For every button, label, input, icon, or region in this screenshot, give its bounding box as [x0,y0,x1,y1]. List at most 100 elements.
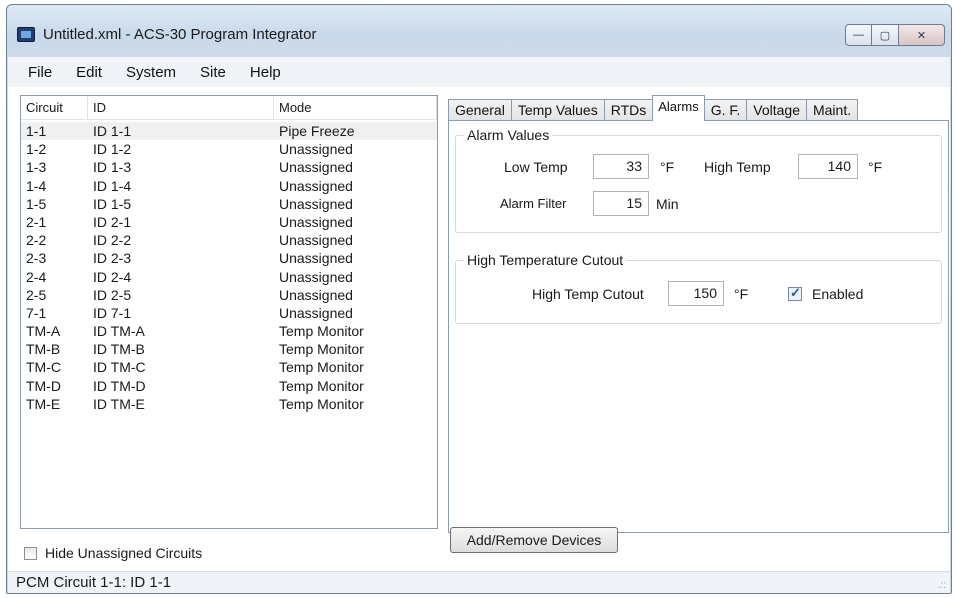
mode-cell: Temp Monitor [279,377,364,394]
add-remove-devices-button[interactable]: Add/Remove Devices [450,527,618,553]
enabled-label: Enabled [812,286,864,302]
id-cell: ID 1-5 [93,195,132,212]
list-row[interactable]: 1-3 ID 1-3 Unassigned [21,158,437,176]
hide-unassigned-checkbox[interactable]: Hide Unassigned Circuits [24,545,202,561]
list-row[interactable]: 1-2 ID 1-2 Unassigned [21,140,437,158]
list-row[interactable]: TM-D ID TM-D Temp Monitor [21,377,437,395]
circuit-cell: 2-4 [26,268,47,285]
tab-rtds[interactable]: RTDs [603,99,654,121]
title-bar[interactable]: Untitled.xml - ACS-30 Program Integrator… [7,5,951,57]
id-cell: ID TM-D [93,377,146,394]
list-row[interactable]: 2-3 ID 2-3 Unassigned [21,249,437,267]
list-row[interactable]: TM-A ID TM-A Temp Monitor [21,322,437,340]
checkmark-icon[interactable] [788,285,802,301]
alarm-filter-label: Alarm Filter [500,196,567,211]
circuit-cell: 1-3 [26,159,47,176]
list-row[interactable]: 7-1 ID 7-1 Unassigned [21,304,437,322]
checkbox-box[interactable] [24,546,37,560]
app-window: Untitled.xml - ACS-30 Program Integrator… [6,4,952,594]
tab-alarms[interactable]: Alarms [652,95,705,121]
circuit-list[interactable]: Circuit ID Mode 1-1 ID 1-1 Pipe Freeze 1-2… [20,95,438,529]
id-cell: ID TM-B [93,341,145,358]
circuit-cell: 1-2 [26,141,47,158]
id-cell: ID 1-3 [93,159,132,176]
menu-help[interactable]: Help [238,64,293,81]
column-header-id[interactable]: ID [88,96,274,120]
list-row[interactable]: TM-B ID TM-B Temp Monitor [21,340,437,358]
high-temp-cutout-group: High Temperature Cutout High Temp Cutout… [455,252,942,324]
mode-cell: Unassigned [279,304,353,321]
maximize-button[interactable]: ▢ [872,24,899,46]
id-cell: ID 2-1 [93,213,132,230]
list-row[interactable]: 2-4 ID 2-4 Unassigned [21,268,437,286]
circuit-cell: 1-4 [26,177,47,194]
list-row[interactable]: 2-2 ID 2-2 Unassigned [21,231,437,249]
alarm-values-title: Alarm Values [464,127,553,143]
id-cell: ID 2-3 [93,250,132,267]
resize-grip-icon[interactable]: .:: [938,580,946,591]
client-area: Circuit ID Mode 1-1 ID 1-1 Pipe Freeze 1-2… [8,87,950,571]
list-header: Circuit ID Mode [21,96,437,120]
id-cell: ID 1-2 [93,141,132,158]
high-temp-cutout-label: High Temp Cutout [532,286,644,302]
id-cell: ID TM-E [93,395,145,412]
settings-tabs: General Temp Values RTDs Alarms G. F. Vo… [448,95,949,533]
id-cell: ID 1-4 [93,177,132,194]
tab-gf[interactable]: G. F. [703,99,748,121]
app-icon[interactable] [17,27,35,42]
high-temp-cutout-title: High Temperature Cutout [464,252,627,268]
list-row[interactable]: 1-1 ID 1-1 Pipe Freeze [21,122,437,141]
menu-bar: File Edit System Site Help [8,57,950,87]
status-text: PCM Circuit 1-1: ID 1-1 [16,574,172,591]
id-cell: ID 2-4 [93,268,132,285]
tab-maint[interactable]: Maint. [805,99,859,121]
column-header-circuit[interactable]: Circuit [21,96,88,120]
minimize-icon: — [853,29,864,41]
close-button[interactable]: ✕ [899,24,945,46]
mode-cell: Unassigned [279,141,353,158]
circuit-cell: 1-1 [21,122,88,141]
column-header-mode[interactable]: Mode [274,96,437,120]
circuit-cell: 2-2 [26,232,47,249]
circuit-cell: 2-3 [26,250,47,267]
high-temp-cutout-unit: °F [734,286,749,302]
mode-cell: Unassigned [279,195,353,212]
minimize-button[interactable]: — [845,24,872,46]
circuit-cell: TM-E [26,395,61,412]
list-row[interactable]: 1-4 ID 1-4 Unassigned [21,177,437,195]
list-row[interactable]: TM-E ID TM-E Temp Monitor [21,395,437,413]
mode-cell: Unassigned [279,232,353,249]
high-temp-unit: °F [868,159,883,175]
menu-system[interactable]: System [114,64,188,81]
list-row[interactable]: TM-C ID TM-C Temp Monitor [21,358,437,376]
high-temp-cutout-input[interactable]: 150 [668,281,724,306]
mode-cell: Pipe Freeze [274,122,437,141]
mode-cell: Unassigned [279,159,353,176]
mode-cell: Unassigned [279,268,353,285]
list-row[interactable]: 2-5 ID 2-5 Unassigned [21,286,437,304]
menu-file[interactable]: File [16,64,64,81]
circuit-cell: TM-A [26,323,61,340]
alarms-tab-panel: Alarm Values Low Temp 33 °F High Temp 14… [448,120,949,533]
low-temp-input[interactable]: 33 [593,154,649,179]
mode-cell: Unassigned [279,177,353,194]
low-temp-label: Low Temp [504,159,568,175]
list-rows: 1-1 ID 1-1 Pipe Freeze 1-2 ID 1-2 Unassigned… [21,122,437,413]
list-row[interactable]: 2-1 ID 2-1 Unassigned [21,213,437,231]
alarm-values-group: Alarm Values Low Temp 33 °F High Temp 14… [455,127,942,233]
tab-general[interactable]: General [448,99,512,121]
menu-edit[interactable]: Edit [64,64,114,81]
maximize-icon: ▢ [879,29,891,42]
mode-cell: Temp Monitor [279,323,364,340]
alarm-filter-input[interactable]: 15 [593,191,649,216]
high-temp-input[interactable]: 140 [798,154,858,179]
tab-strip: General Temp Values RTDs Alarms G. F. Vo… [448,95,859,121]
tab-voltage[interactable]: Voltage [746,99,807,121]
menu-site[interactable]: Site [188,64,238,81]
circuit-cell: 2-5 [26,286,47,303]
enabled-checkbox[interactable]: Enabled [788,285,864,302]
id-cell: ID 1-1 [88,122,274,141]
mode-cell: Unassigned [279,286,353,303]
tab-temp-values[interactable]: Temp Values [510,99,605,121]
list-row[interactable]: 1-5 ID 1-5 Unassigned [21,195,437,213]
